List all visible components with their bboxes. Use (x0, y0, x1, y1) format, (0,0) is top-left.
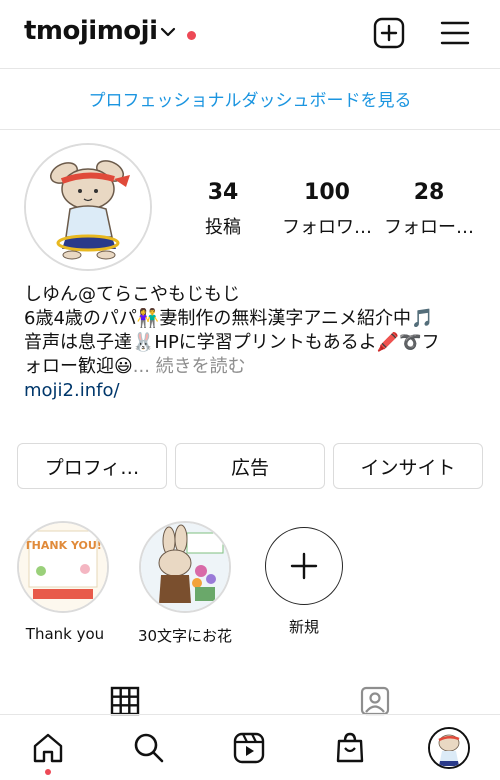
shop-icon[interactable] (333, 731, 367, 765)
highlight-label: 30文字にお花 (137, 627, 233, 645)
search-icon[interactable] (132, 731, 166, 765)
home-icon[interactable] (31, 731, 65, 765)
posts-label: 投稿 (205, 217, 241, 238)
thank-you-image: THANK YOU! (19, 523, 107, 611)
highlight-label: 新規 (288, 618, 319, 636)
divider (0, 129, 500, 130)
dashboard-link[interactable]: プロフェッショナルダッシュボードを見る (0, 86, 500, 111)
bio-line: 音声は息子達🐰HPに学習プリントもあるよ🖍️➰フ (24, 332, 440, 353)
followers-count: 100 (304, 180, 350, 205)
more-ellipsis: ... (132, 356, 150, 377)
following-label: フォロー… (384, 217, 474, 238)
bio-line: 6歳4歳のパパ👫妻制作の無料漢字アニメ紹介中🎵 (24, 308, 434, 329)
highlight-thank-you[interactable]: THANK YOU! (17, 521, 109, 613)
grid-icon[interactable] (109, 685, 141, 717)
thumb-text: THANK YOU! (24, 539, 102, 552)
rabbit-character-image (26, 145, 150, 269)
highlight-flowers[interactable] (139, 521, 231, 613)
divider (0, 714, 500, 715)
followers-label: フォロワ… (282, 217, 372, 238)
notification-dot (45, 769, 51, 775)
website-link[interactable]: moji2.info/ (24, 379, 484, 403)
add-post-icon[interactable] (372, 16, 406, 50)
chevron-down-icon[interactable] (158, 22, 178, 42)
bio-line-text: ォロー歓迎😃 (24, 356, 133, 377)
edit-profile-button[interactable]: プロフィ… (17, 443, 167, 489)
bio-line: ォロー歓迎😃... 続きを読む (24, 355, 484, 379)
plus-icon (290, 552, 318, 580)
highlight-thumbnail: THANK YOU! (17, 521, 109, 613)
following-stat[interactable]: 28 フォロー… (374, 180, 484, 239)
ads-button[interactable]: 広告 (175, 443, 325, 489)
top-header: tmojimoji (0, 0, 500, 68)
highlight-thumbnail (139, 521, 231, 613)
divider (0, 68, 500, 69)
highlight-label: Thank you (25, 625, 105, 643)
avatar-thumbnail (430, 729, 468, 767)
posts-stat[interactable]: 34 投稿 (168, 180, 278, 239)
new-highlight-button[interactable] (265, 527, 343, 605)
tagged-icon[interactable] (359, 685, 391, 717)
posts-count: 34 (207, 180, 239, 205)
profile-bio: しゆん@てらこやもじもじ 6歳4歳のパパ👫妻制作の無料漢字アニメ紹介中🎵 音声は… (24, 283, 484, 403)
rabbit-flowers-image (141, 523, 229, 611)
profile-avatar[interactable] (24, 143, 152, 271)
username[interactable]: tmojimoji (24, 16, 158, 46)
notification-dot (187, 31, 196, 40)
following-count: 28 (413, 180, 445, 205)
profile-tab-avatar[interactable] (428, 727, 470, 769)
display-name: しゆん@てらこやもじもじ (24, 284, 240, 305)
read-more-link[interactable]: 続きを読む (156, 356, 246, 377)
reels-icon[interactable] (232, 731, 266, 765)
menu-icon[interactable] (438, 16, 472, 50)
insights-button[interactable]: インサイト (333, 443, 483, 489)
followers-stat[interactable]: 100 フォロワ… (272, 180, 382, 239)
